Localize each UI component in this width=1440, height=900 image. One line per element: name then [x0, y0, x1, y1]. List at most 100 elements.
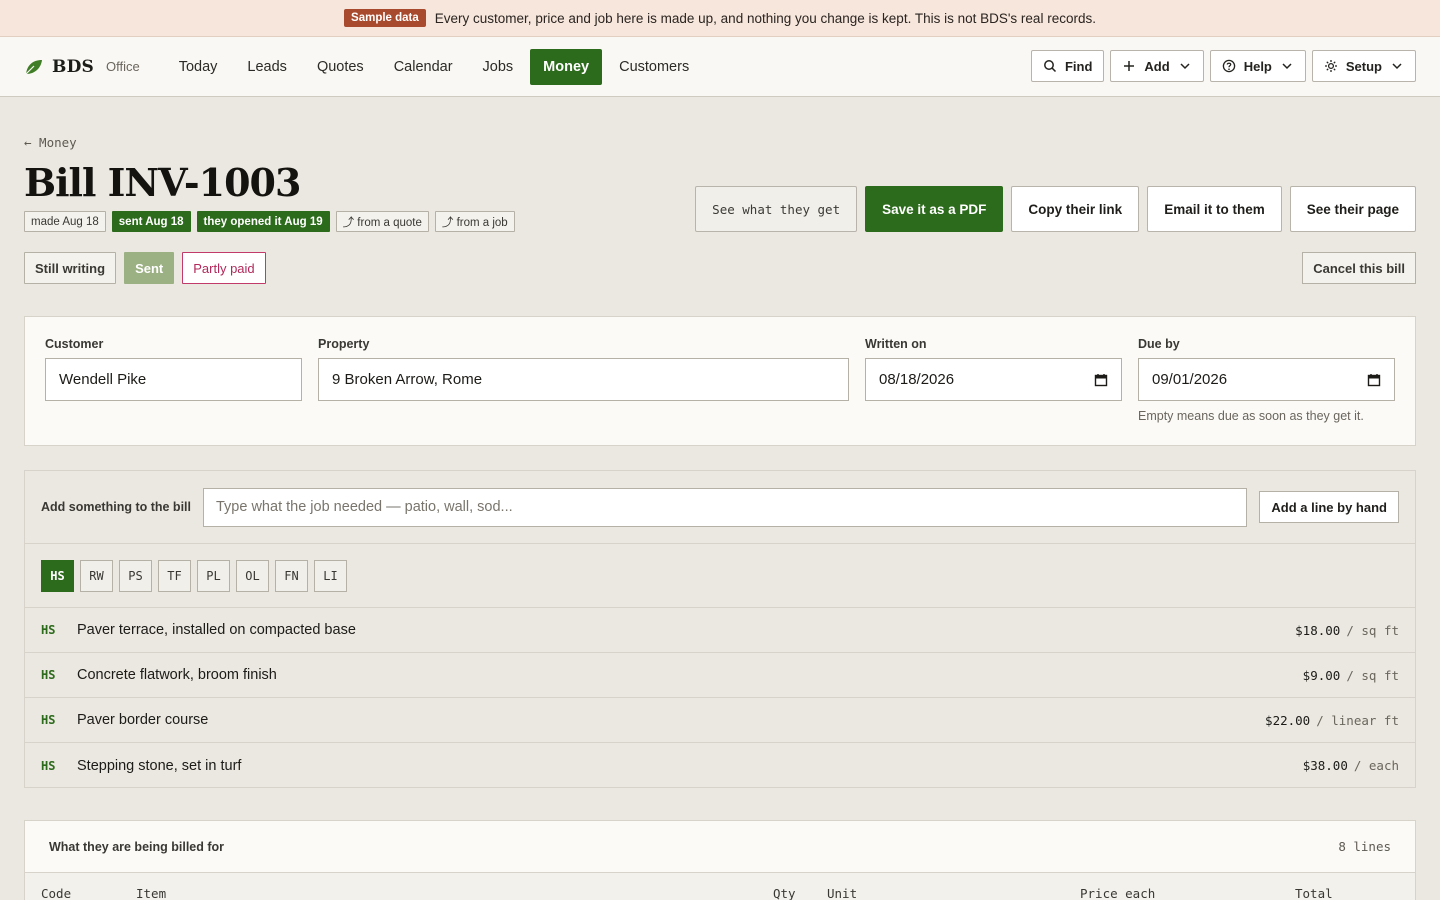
bill-lines-card: What they are being billed for 8 lines C…: [24, 820, 1416, 900]
chevron-down-icon: [1180, 63, 1190, 70]
due-field-group: Due by 09/01/2026 Empty means due as soo…: [1138, 337, 1395, 423]
col-price-each: Price each: [1080, 886, 1156, 900]
item-name: Stepping stone, set in turf: [77, 757, 242, 774]
help-label: Help: [1243, 58, 1272, 74]
gear-icon: [1324, 60, 1337, 72]
add-button[interactable]: Add: [1110, 50, 1204, 82]
page-title: Bill INV-1003: [24, 160, 301, 205]
item-name: Paver terrace, installed on compacted ba…: [77, 622, 356, 638]
copy-link-button[interactable]: Copy their link: [1011, 186, 1140, 232]
find-label: Find: [1064, 58, 1093, 74]
item-name: Concrete flatwork, broom finish: [77, 667, 277, 683]
catalog-label: Add something to the bill: [41, 500, 191, 514]
question-icon: [1222, 59, 1235, 73]
tag-from-job-link[interactable]: ⤴ from a job: [434, 211, 515, 232]
nav-leads[interactable]: Leads: [234, 49, 300, 85]
status-sent[interactable]: Sent: [124, 252, 175, 284]
item-price: $38.00: [1302, 758, 1348, 773]
catalog-search-placeholder: Type what the job needed — patio, wall, …: [216, 499, 513, 515]
col-total: Total: [1295, 886, 1333, 900]
save-pdf-button[interactable]: Save it as a PDF: [865, 186, 1004, 232]
chip-ol[interactable]: OL: [236, 559, 269, 592]
bill-lines-count: 8 lines: [1338, 839, 1391, 854]
bill-lines-header: What they are being billed for 8 lines: [25, 821, 1415, 873]
col-qty: Qty: [773, 886, 796, 900]
nav-quotes[interactable]: Quotes: [304, 49, 377, 85]
chip-ps[interactable]: PS: [119, 559, 152, 592]
chip-fn[interactable]: FN: [275, 559, 308, 592]
brand[interactable]: BDS Office: [24, 57, 140, 77]
nav-calendar[interactable]: Calendar: [381, 49, 466, 85]
search-icon: [1044, 60, 1057, 73]
due-hint: Empty means due as soon as they get it.: [1138, 409, 1364, 423]
nav-money[interactable]: Money: [530, 48, 603, 85]
email-button[interactable]: Email it to them: [1147, 186, 1282, 232]
help-button[interactable]: Help: [1209, 50, 1306, 82]
bill-lines-title: What they are being billed for: [49, 839, 225, 854]
customer-value: Wendell Pike: [59, 371, 147, 388]
nav-links: Today Leads Quotes Calendar Jobs Money C…: [166, 48, 706, 85]
item-code: HS: [41, 623, 56, 637]
catalog-item[interactable]: HS Paver border course $22.00 / linear f…: [25, 698, 1415, 743]
col-code: Code: [41, 886, 72, 900]
nav-today[interactable]: Today: [166, 49, 231, 85]
setup-label: Setup: [1345, 58, 1382, 74]
chip-li[interactable]: LI: [314, 559, 347, 592]
item-price: $18.00: [1295, 622, 1341, 638]
sample-data-banner: Sample data Every customer, price and jo…: [0, 0, 1440, 37]
written-date-input[interactable]: 08/18/2026: [865, 358, 1122, 401]
item-unit: / sq ft: [1346, 622, 1399, 638]
catalog-search-row: Add something to the bill Type what the …: [25, 471, 1415, 544]
item-unit: / sq ft: [1346, 667, 1399, 683]
setup-button[interactable]: Setup: [1311, 50, 1416, 82]
written-field-group: Written on 08/18/2026: [865, 337, 1122, 401]
tag-from-quote-link[interactable]: ⤴ from a quote: [335, 211, 429, 232]
item-name: Paver border course: [77, 712, 209, 728]
preview-button[interactable]: See what they get: [695, 186, 858, 232]
category-chips: HS RW PS TF PL OL FN LI: [25, 544, 1415, 608]
customer-label: Customer: [45, 337, 104, 351]
nav-actions: Find Add Help Setup: [1030, 50, 1416, 82]
catalog-item-list: HS Paver terrace, installed on compacted…: [25, 608, 1415, 788]
bill-tags: made Aug 18 sent Aug 18 they opened it A…: [24, 211, 515, 232]
plus-icon: [1124, 61, 1135, 71]
add-line-by-hand-button[interactable]: Add a line by hand: [1259, 491, 1399, 523]
chip-tf[interactable]: TF: [158, 559, 191, 592]
sample-data-badge: Sample data: [344, 9, 426, 27]
sample-data-text: Every customer, price and job here is ma…: [434, 10, 1096, 26]
chip-hs[interactable]: HS: [41, 559, 74, 592]
find-button[interactable]: Find: [1030, 50, 1105, 82]
nav-jobs[interactable]: Jobs: [470, 49, 527, 85]
calendar-icon[interactable]: [1094, 373, 1108, 387]
cancel-bill-button[interactable]: Cancel this bill: [1302, 252, 1416, 284]
customer-input[interactable]: Wendell Pike: [45, 358, 302, 401]
nav-customers[interactable]: Customers: [606, 49, 702, 85]
col-item: Item: [136, 886, 167, 900]
chip-pl[interactable]: PL: [197, 559, 230, 592]
due-value: 09/01/2026: [1152, 371, 1228, 388]
add-to-bill-card: Add something to the bill Type what the …: [24, 470, 1416, 788]
catalog-item[interactable]: HS Paver terrace, installed on compacted…: [25, 608, 1415, 653]
status-still-writing[interactable]: Still writing: [24, 252, 117, 284]
back-to-money-link[interactable]: ← Money: [24, 135, 77, 150]
chevron-down-icon: [1392, 63, 1402, 70]
due-label: Due by: [1138, 337, 1180, 351]
catalog-item[interactable]: HS Concrete flatwork, broom finish $9.00…: [25, 653, 1415, 698]
chip-rw[interactable]: RW: [80, 559, 113, 592]
leaf-logo-icon: [25, 59, 42, 74]
written-value: 08/18/2026: [879, 371, 955, 388]
property-input[interactable]: 9 Broken Arrow, Rome: [318, 358, 849, 401]
brand-name: BDS: [52, 56, 94, 77]
calendar-icon[interactable]: [1367, 373, 1381, 387]
tag-sent: sent Aug 18: [111, 211, 191, 232]
brand-sub: Office: [106, 59, 140, 74]
catalog-search-input[interactable]: Type what the job needed — patio, wall, …: [203, 487, 1248, 527]
chevron-down-icon: [1282, 63, 1292, 70]
top-nav: BDS Office Today Leads Quotes Calendar J…: [0, 37, 1440, 97]
item-unit: / linear ft: [1316, 712, 1399, 728]
see-their-page-button[interactable]: See their page: [1289, 186, 1416, 232]
due-date-input[interactable]: 09/01/2026: [1138, 358, 1395, 401]
status-partly-paid[interactable]: Partly paid: [182, 252, 266, 284]
catalog-item[interactable]: HS Stepping stone, set in turf $38.00 / …: [25, 743, 1415, 788]
status-selector: Still writing Sent Partly paid: [24, 252, 266, 284]
